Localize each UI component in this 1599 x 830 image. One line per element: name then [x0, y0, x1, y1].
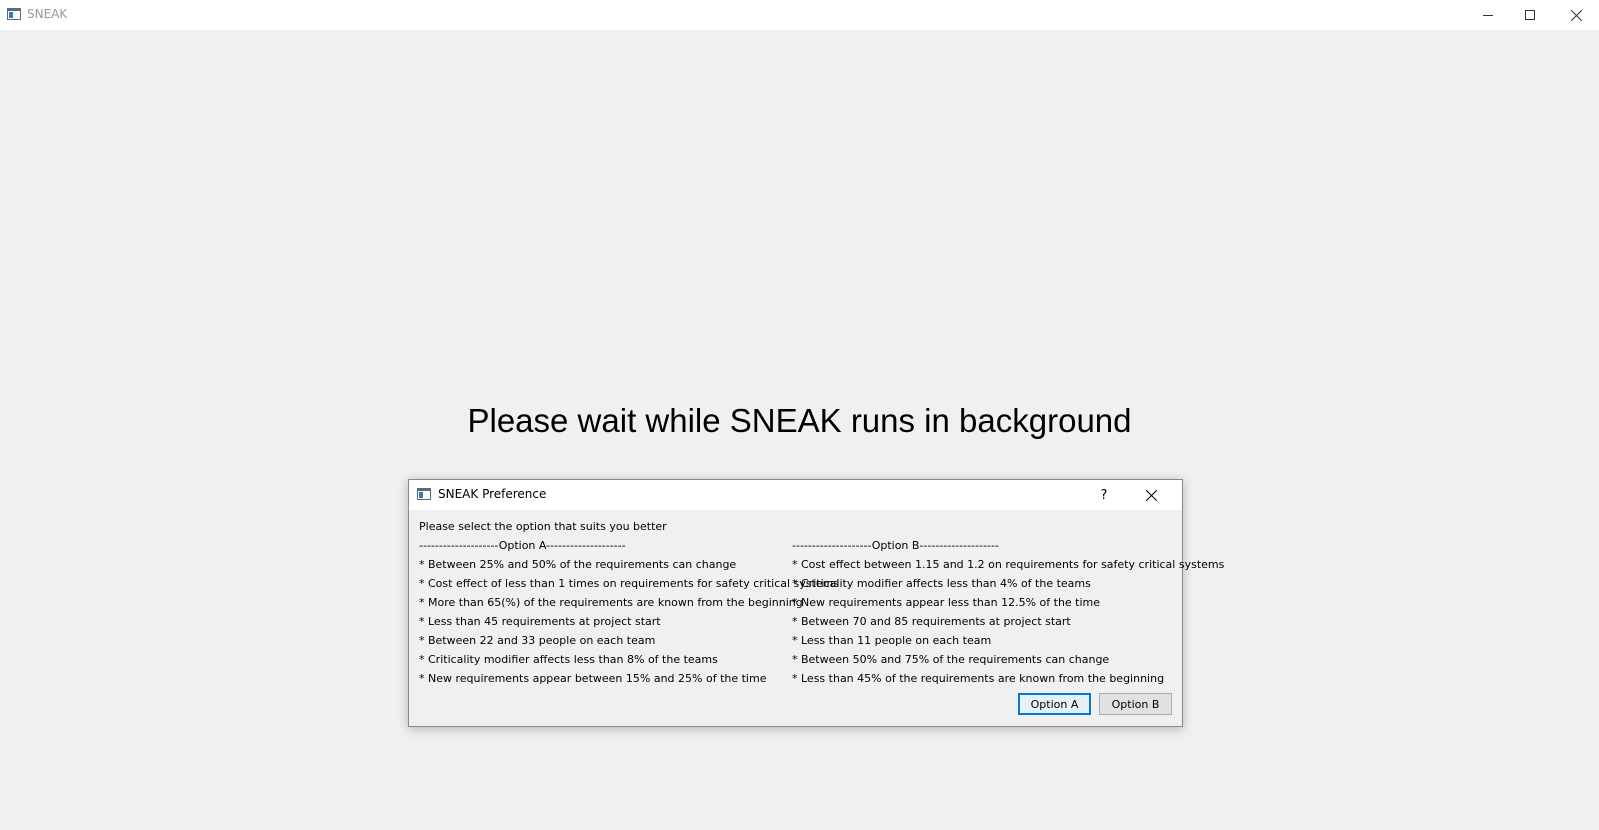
option-a-item: * Criticality modifier affects less than…: [419, 653, 718, 666]
minimize-icon: [1483, 15, 1493, 16]
app-window-icon: [417, 488, 431, 500]
window-titlebar[interactable]: SNEAK: [0, 0, 1599, 30]
option-b-item: * Between 50% and 75% of the requirement…: [792, 653, 1110, 666]
option-a-item: * Between 25% and 50% of the requirement…: [419, 558, 737, 571]
window-title: SNEAK: [27, 7, 68, 21]
wait-message: Please wait while SNEAK runs in backgrou…: [467, 402, 1132, 439]
dialog-title: SNEAK Preference: [438, 487, 547, 501]
option-a-item: * Less than 45 requirements at project s…: [419, 615, 661, 628]
app-window-icon: [7, 8, 21, 20]
minimize-button[interactable]: [1465, 0, 1511, 30]
close-button[interactable]: [1553, 0, 1599, 30]
option-a-item: * New requirements appear between 15% an…: [419, 672, 767, 685]
dialog-prompt: Please select the option that suits you …: [419, 520, 667, 533]
preference-dialog: SNEAK Preference ? Please select the opt…: [408, 479, 1224, 727]
dialog-close-button[interactable]: [1128, 480, 1174, 510]
option-b-item: * Less than 45% of the requirements are …: [792, 672, 1165, 685]
close-icon: [1145, 489, 1157, 501]
option-b-item: * New requirements appear less than 12.5…: [792, 596, 1101, 609]
close-icon: [1570, 9, 1582, 21]
option-b-item: * Less than 11 people on each team: [792, 634, 992, 647]
maximize-button[interactable]: [1507, 0, 1553, 30]
option-b-item: * Cost effect between 1.15 and 1.2 on re…: [792, 558, 1225, 571]
main-window: SNEAK Please wait while SNEAK runs in ba…: [0, 0, 1599, 830]
option-b-button[interactable]: Option B: [1099, 693, 1172, 715]
option-a-item: * Between 22 and 33 people on each team: [419, 634, 656, 647]
option-b-item: * Criticality modifier affects less than…: [792, 577, 1091, 590]
option-b-item: * Between 70 and 85 requirements at proj…: [792, 615, 1071, 628]
option-a-button[interactable]: Option A: [1018, 693, 1091, 715]
option-a-header: --------------------Option A------------…: [419, 539, 626, 552]
dialog-titlebar[interactable]: SNEAK Preference ?: [409, 480, 1182, 510]
help-button[interactable]: ?: [1089, 480, 1119, 510]
option-a-item: * More than 65(%) of the requirements ar…: [419, 596, 803, 609]
option-b-header: --------------------Option B------------…: [792, 539, 999, 552]
option-a-item: * Cost effect of less than 1 times on re…: [419, 577, 840, 590]
maximize-icon: [1525, 10, 1535, 20]
